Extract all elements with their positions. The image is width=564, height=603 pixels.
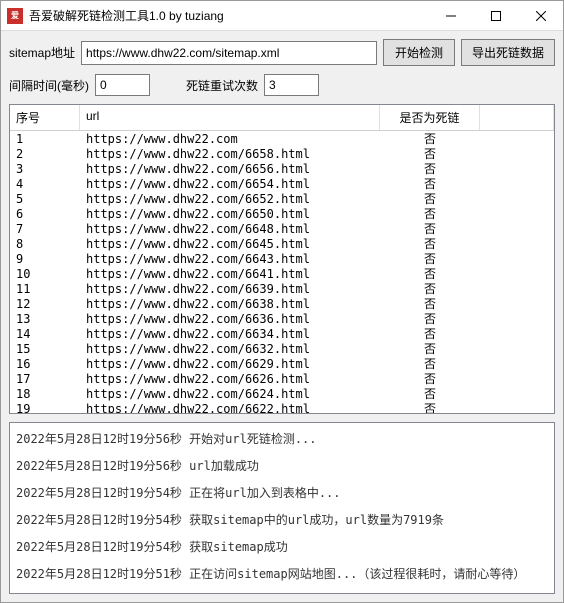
window-title: 吾爱破解死链检测工具1.0 by tuziang bbox=[29, 7, 428, 24]
table-row[interactable]: 10https://www.dhw22.com/6641.html否 bbox=[10, 266, 554, 281]
cell-index: 6 bbox=[10, 207, 80, 221]
table-body[interactable]: 1https://www.dhw22.com否2https://www.dhw2… bbox=[10, 131, 554, 413]
content-area: sitemap地址 开始检测 导出死链数据 间隔时间(毫秒) 死链重试次数 序号… bbox=[1, 31, 563, 602]
cell-url: https://www.dhw22.com/6658.html bbox=[80, 147, 380, 161]
table-row[interactable]: 16https://www.dhw22.com/6629.html否 bbox=[10, 356, 554, 371]
header-spacer bbox=[480, 105, 554, 130]
cell-url: https://www.dhw22.com/6632.html bbox=[80, 342, 380, 356]
table-row[interactable]: 15https://www.dhw22.com/6632.html否 bbox=[10, 341, 554, 356]
cell-url: https://www.dhw22.com/6648.html bbox=[80, 222, 380, 236]
table-row[interactable]: 2https://www.dhw22.com/6658.html否 bbox=[10, 146, 554, 161]
log-line: 2022年5月28日12时19分56秒 url加载成功 bbox=[16, 452, 548, 479]
table-row[interactable]: 11https://www.dhw22.com/6639.html否 bbox=[10, 281, 554, 296]
retry-label: 死链重试次数 bbox=[186, 77, 258, 94]
cell-index: 18 bbox=[10, 387, 80, 401]
cell-index: 16 bbox=[10, 357, 80, 371]
cell-url: https://www.dhw22.com/6654.html bbox=[80, 177, 380, 191]
log-panel[interactable]: 2022年5月28日12时19分56秒 开始对url死链检测...2022年5月… bbox=[9, 422, 555, 594]
cell-dead: 否 bbox=[380, 400, 480, 413]
cell-index: 12 bbox=[10, 297, 80, 311]
cell-index: 3 bbox=[10, 162, 80, 176]
table-row[interactable]: 1https://www.dhw22.com否 bbox=[10, 131, 554, 146]
table-row[interactable]: 6https://www.dhw22.com/6650.html否 bbox=[10, 206, 554, 221]
cell-index: 10 bbox=[10, 267, 80, 281]
cell-index: 17 bbox=[10, 372, 80, 386]
cell-index: 19 bbox=[10, 402, 80, 414]
start-button[interactable]: 开始检测 bbox=[383, 39, 455, 66]
sitemap-label: sitemap地址 bbox=[9, 44, 75, 61]
sitemap-url-input[interactable] bbox=[81, 41, 377, 65]
cell-index: 4 bbox=[10, 177, 80, 191]
cell-index: 15 bbox=[10, 342, 80, 356]
cell-url: https://www.dhw22.com/6624.html bbox=[80, 387, 380, 401]
header-index[interactable]: 序号 bbox=[10, 105, 80, 130]
cell-url: https://www.dhw22.com/6641.html bbox=[80, 267, 380, 281]
maximize-button[interactable] bbox=[473, 1, 518, 30]
retry-input[interactable] bbox=[264, 74, 319, 96]
cell-index: 8 bbox=[10, 237, 80, 251]
cell-url: https://www.dhw22.com/6656.html bbox=[80, 162, 380, 176]
log-line: 2022年5月28日12时19分54秒 获取sitemap中的url成功，url… bbox=[16, 506, 548, 533]
app-window: 爱 吾爱破解死链检测工具1.0 by tuziang sitemap地址 开始检… bbox=[0, 0, 564, 603]
header-url[interactable]: url bbox=[80, 105, 380, 130]
cell-url: https://www.dhw22.com bbox=[80, 132, 380, 146]
table-row[interactable]: 9https://www.dhw22.com/6643.html否 bbox=[10, 251, 554, 266]
table-row[interactable]: 8https://www.dhw22.com/6645.html否 bbox=[10, 236, 554, 251]
cell-url: https://www.dhw22.com/6643.html bbox=[80, 252, 380, 266]
log-line: 2022年5月28日12时19分54秒 获取sitemap成功 bbox=[16, 533, 548, 560]
cell-url: https://www.dhw22.com/6639.html bbox=[80, 282, 380, 296]
close-button[interactable] bbox=[518, 1, 563, 30]
sitemap-row: sitemap地址 开始检测 导出死链数据 bbox=[9, 39, 555, 66]
app-icon: 爱 bbox=[7, 8, 23, 24]
cell-url: https://www.dhw22.com/6629.html bbox=[80, 357, 380, 371]
table-row[interactable]: 3https://www.dhw22.com/6656.html否 bbox=[10, 161, 554, 176]
cell-index: 14 bbox=[10, 327, 80, 341]
cell-url: https://www.dhw22.com/6645.html bbox=[80, 237, 380, 251]
cell-url: https://www.dhw22.com/6622.html bbox=[80, 402, 380, 414]
cell-url: https://www.dhw22.com/6650.html bbox=[80, 207, 380, 221]
window-controls bbox=[428, 1, 563, 30]
cell-index: 2 bbox=[10, 147, 80, 161]
cell-index: 9 bbox=[10, 252, 80, 266]
table-row[interactable]: 4https://www.dhw22.com/6654.html否 bbox=[10, 176, 554, 191]
cell-index: 13 bbox=[10, 312, 80, 326]
table-row[interactable]: 5https://www.dhw22.com/6652.html否 bbox=[10, 191, 554, 206]
cell-index: 5 bbox=[10, 192, 80, 206]
interval-label: 间隔时间(毫秒) bbox=[9, 77, 89, 94]
cell-url: https://www.dhw22.com/6638.html bbox=[80, 297, 380, 311]
cell-url: https://www.dhw22.com/6634.html bbox=[80, 327, 380, 341]
table-header: 序号 url 是否为死链 bbox=[10, 105, 554, 131]
log-line: 2022年5月28日12时19分54秒 正在将url加入到表格中... bbox=[16, 479, 548, 506]
table-row[interactable]: 12https://www.dhw22.com/6638.html否 bbox=[10, 296, 554, 311]
table-row[interactable]: 19https://www.dhw22.com/6622.html否 bbox=[10, 401, 554, 413]
cell-index: 11 bbox=[10, 282, 80, 296]
titlebar: 爱 吾爱破解死链检测工具1.0 by tuziang bbox=[1, 1, 563, 31]
options-row: 间隔时间(毫秒) 死链重试次数 bbox=[9, 74, 555, 96]
cell-index: 1 bbox=[10, 132, 80, 146]
cell-url: https://www.dhw22.com/6636.html bbox=[80, 312, 380, 326]
table-row[interactable]: 18https://www.dhw22.com/6624.html否 bbox=[10, 386, 554, 401]
table-row[interactable]: 14https://www.dhw22.com/6634.html否 bbox=[10, 326, 554, 341]
header-dead[interactable]: 是否为死链 bbox=[380, 105, 480, 130]
log-line: 2022年5月28日12时19分56秒 开始对url死链检测... bbox=[16, 425, 548, 452]
log-line: 2022年5月28日12时19分51秒 正在访问sitemap网站地图...（该… bbox=[16, 560, 548, 587]
cell-index: 7 bbox=[10, 222, 80, 236]
minimize-button[interactable] bbox=[428, 1, 473, 30]
table-row[interactable]: 13https://www.dhw22.com/6636.html否 bbox=[10, 311, 554, 326]
results-table: 序号 url 是否为死链 1https://www.dhw22.com否2htt… bbox=[9, 104, 555, 414]
table-row[interactable]: 17https://www.dhw22.com/6626.html否 bbox=[10, 371, 554, 386]
table-row[interactable]: 7https://www.dhw22.com/6648.html否 bbox=[10, 221, 554, 236]
export-button[interactable]: 导出死链数据 bbox=[461, 39, 555, 66]
cell-url: https://www.dhw22.com/6626.html bbox=[80, 372, 380, 386]
interval-input[interactable] bbox=[95, 74, 150, 96]
cell-url: https://www.dhw22.com/6652.html bbox=[80, 192, 380, 206]
